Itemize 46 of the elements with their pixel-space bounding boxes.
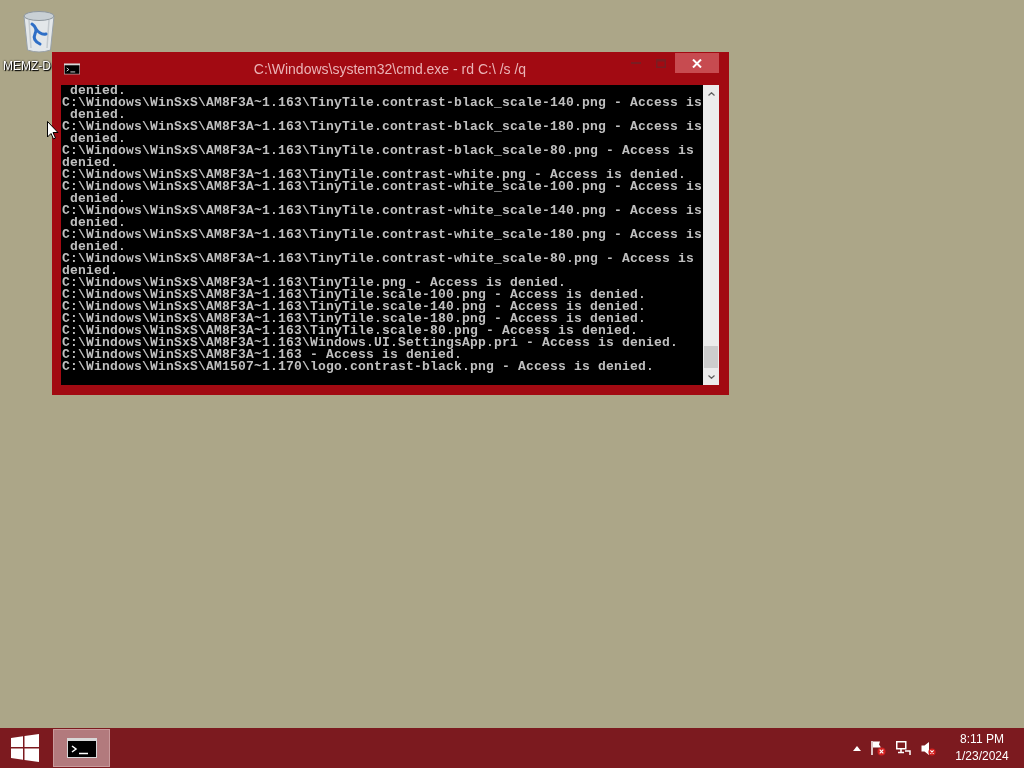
minimize-icon: [630, 62, 641, 64]
console-line: denied.: [70, 133, 126, 145]
clock-date: 1/23/2024: [955, 748, 1009, 765]
maximize-icon: [655, 58, 666, 68]
console-line: C:\Windows\WinSxS\AM8F3A~1.163\TinyTile.scale-100.png - Access is denied.: [62, 289, 647, 301]
console-line: C:\Windows\WinSxS\AM8F3A~1.163\TinyTile.contrast-white_scale-80.png - Access is: [62, 253, 695, 265]
desktop-icon-label[interactable]: MEMZ-D: [3, 59, 51, 73]
console-line: C:\Windows\WinSxS\AM8F3A~1.163\TinyTile.contrast-white_scale-100.png - Access is: [62, 181, 703, 193]
console-line: denied.: [70, 193, 126, 205]
console-line: denied.: [62, 157, 118, 169]
flag-icon[interactable]: [871, 740, 886, 756]
terminal-icon: [66, 738, 97, 758]
speaker-muted-icon[interactable]: [921, 740, 936, 756]
console-line: C:\Windows\WinSxS\AM8F3A~1.163\Windows.UI.SettingsApp.pri - Access is denied.: [62, 337, 679, 349]
chevron-down-icon: [707, 374, 715, 379]
close-icon: [692, 58, 702, 68]
scrollbar[interactable]: [703, 85, 719, 385]
console-line: denied.: [70, 241, 126, 253]
console-line: denied.: [62, 265, 118, 277]
console-line: C:\Windows\WinSxS\AM8F3A~1.163\TinyTile.png - Access is denied.: [62, 277, 567, 289]
recycle-bin-icon[interactable]: [20, 8, 58, 54]
terminal-icon: [64, 62, 80, 75]
window-panes-icon: [11, 734, 39, 762]
clock-time: 8:11 PM: [960, 731, 1004, 748]
console-line: C:\Windows\WinSxS\AM8F3A~1.163 - Access is denied.: [62, 349, 463, 361]
console-line: C:\Windows\WinSxS\AM8F3A~1.163\TinyTile.scale-140.png - Access is denied.: [62, 301, 647, 313]
console-line: C:\Windows\WinSxS\AM8F3A~1.163\TinyTile.contrast-white_scale-180.png - Access is: [62, 229, 703, 241]
console-line: C:\Windows\WinSxS\AM8F3A~1.163\TinyTile.contrast-black_scale-180.png - Access is: [62, 121, 703, 133]
console-line: C:\Windows\WinSxS\AM8F3A~1.163\TinyTile.scale-80.png - Access is denied.: [62, 325, 639, 337]
window-title: C:\Windows\system32\cmd.exe - rd C:\ /s /q: [253, 60, 527, 77]
console-line: denied.: [70, 217, 126, 229]
close-button[interactable]: [675, 53, 719, 73]
mouse-pointer-icon: [47, 121, 59, 140]
network-icon[interactable]: [896, 740, 911, 756]
console-line: C:\Windows\WinSxS\AM8F3A~1.163\TinyTile.contrast-white.png - Access is denied.: [62, 169, 687, 181]
console-line: denied.: [70, 109, 126, 121]
console-line: C:\Windows\WinSxS\AM8F3A~1.163\TinyTile.contrast-white_scale-140.png - Access is: [62, 205, 703, 217]
caret-up-icon[interactable]: [853, 745, 861, 751]
scrollbar-thumb[interactable]: [704, 346, 718, 368]
taskbar-app-button[interactable]: [53, 729, 110, 767]
console-line: C:\Windows\WinSxS\AM8F3A~1.163\TinyTile.contrast-black_scale-140.png - Access is: [62, 97, 703, 109]
console-line: C:\Windows\WinSxS\AM1507~1.170\logo.contrast-black.png - Access is denied.: [62, 361, 655, 373]
console-line: C:\Windows\WinSxS\AM8F3A~1.163\TinyTile.scale-180.png - Access is denied.: [62, 313, 647, 325]
console-line: C:\Windows\WinSxS\AM8F3A~1.163\TinyTile.contrast-black_scale-80.png - Access is: [62, 145, 695, 157]
console-line: denied.: [70, 85, 126, 97]
chevron-up-icon: [707, 91, 715, 96]
